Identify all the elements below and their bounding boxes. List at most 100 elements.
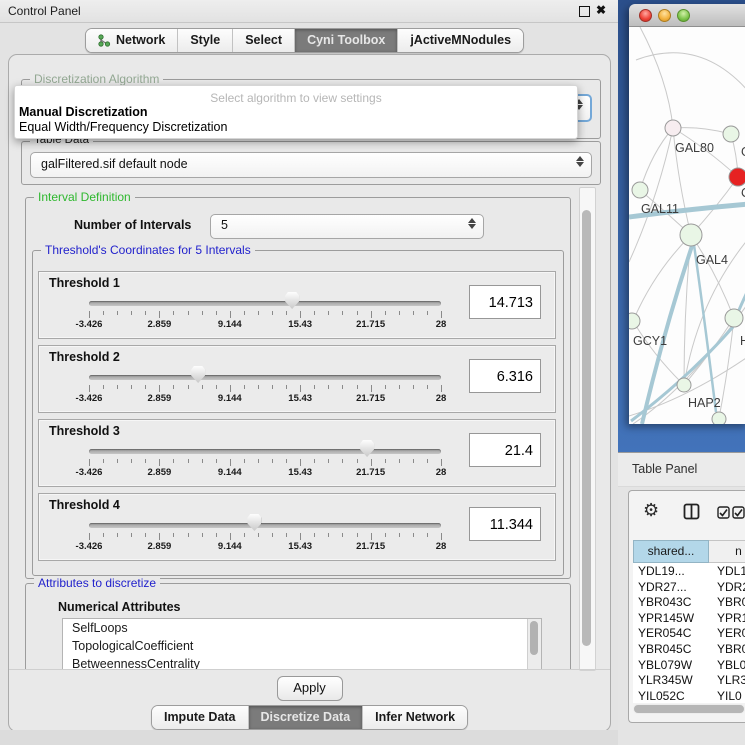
network-node[interactable]	[680, 224, 702, 246]
slider-tick	[399, 385, 400, 389]
tab-infer-network[interactable]: Infer Network	[362, 706, 467, 729]
slider-thumb[interactable]	[360, 440, 374, 457]
threshold-value-box[interactable]: 6.316	[469, 359, 541, 393]
dropdown-item-equal-width-frequency[interactable]: Equal Width/Frequency Discretization	[19, 120, 227, 134]
slider-scale-label: 21.715	[356, 319, 385, 330]
network-node[interactable]	[723, 126, 739, 142]
slider-tick	[272, 533, 273, 537]
network-window-titlebar[interactable]	[629, 4, 745, 27]
table-row[interactable]: YIL052C YIL0	[633, 688, 745, 703]
slider-tick	[371, 533, 372, 540]
tab-jactivemnodules[interactable]: jActiveMNodules	[397, 29, 523, 52]
network-node[interactable]	[632, 182, 648, 198]
network-node[interactable]	[712, 412, 726, 424]
attributes-list-scrollbar[interactable]	[527, 619, 541, 669]
table-data-combo[interactable]: galFiltered.sif default node	[30, 152, 592, 178]
interval-definition-label: Interval Definition	[34, 190, 135, 204]
table-horizontal-scrollbar[interactable]	[633, 704, 745, 714]
cell-name: YDR2	[717, 580, 745, 594]
dropdown-item-manual-discretization[interactable]: Manual Discretization	[19, 105, 148, 119]
slider-tick	[173, 533, 174, 537]
table-row[interactable]: YBL079W YBL0	[633, 657, 745, 673]
slider-tick	[131, 459, 132, 463]
slider-thumb[interactable]	[191, 366, 205, 383]
slider-zone	[89, 514, 441, 534]
column-header-name[interactable]: n	[709, 540, 745, 563]
screen: Control Panel ✖ Network Style Select	[0, 0, 745, 745]
slider-tick	[258, 459, 259, 463]
tab-style[interactable]: Style	[177, 29, 232, 52]
slider-tick	[159, 311, 160, 318]
column-header-shared-name[interactable]: shared...	[633, 540, 709, 563]
attribute-list-item[interactable]: BetweennessCentrality	[63, 655, 541, 669]
network-node[interactable]	[725, 309, 743, 327]
tab-network[interactable]: Network	[86, 29, 177, 52]
threshold-value-box[interactable]: 21.4	[469, 433, 541, 467]
slider-tick	[159, 385, 160, 392]
interval-definition-group: Interval Definition Number of Intervals …	[25, 197, 571, 579]
cell-shared-name: YDR27...	[638, 580, 687, 594]
zoom-traffic-light-icon[interactable]	[677, 9, 690, 22]
attribute-list-item[interactable]: TopologicalCoefficient	[63, 637, 541, 655]
network-window[interactable]: GAL80GACGAL11GAL4GCY1HHAP2	[629, 4, 745, 424]
network-node[interactable]	[729, 168, 745, 186]
bottom-margin	[0, 730, 618, 745]
slider-tick	[230, 311, 231, 318]
number-of-intervals-combo[interactable]: 5	[210, 214, 484, 239]
settings-scrollbar[interactable]	[579, 187, 596, 671]
attribute-list-item[interactable]: SelfLoops	[63, 619, 541, 637]
checkbox-checked-icon[interactable]	[732, 506, 745, 519]
slider-tick	[117, 311, 118, 315]
slider-tick	[89, 311, 90, 318]
threshold-value-box[interactable]: 14.713	[469, 285, 541, 319]
table-row[interactable]: YBR043C YBR0	[633, 594, 745, 610]
tab-impute-data[interactable]: Impute Data	[152, 706, 248, 729]
table-row[interactable]: YLR345W YLR3	[633, 672, 745, 688]
slider-tick	[89, 459, 90, 466]
network-node-label: GCY1	[633, 334, 667, 348]
table-row[interactable]: YBR045C YBR0	[633, 641, 745, 657]
slider-tick	[173, 459, 174, 463]
slider-tick	[145, 385, 146, 389]
slider-tick	[441, 311, 442, 318]
gear-icon[interactable]: ⚙	[643, 501, 659, 519]
slider-tick	[145, 311, 146, 315]
table-row[interactable]: YPR145W YPR1	[633, 610, 745, 626]
network-node[interactable]	[665, 120, 681, 136]
slider-tick	[399, 459, 400, 463]
close-traffic-light-icon[interactable]	[639, 9, 652, 22]
table-row[interactable]: YDR27... YDR2	[633, 579, 745, 595]
close-icon[interactable]: ✖	[596, 3, 606, 17]
column-layout-icon[interactable]	[683, 503, 700, 520]
tab-discretize-data[interactable]: Discretize Data	[248, 706, 363, 729]
checkbox-checked-icon[interactable]	[717, 506, 730, 519]
slider-tick	[188, 385, 189, 389]
cell-shared-name: YLR345W	[638, 673, 693, 687]
slider-thumb[interactable]	[285, 292, 299, 309]
apply-button[interactable]: Apply	[277, 676, 343, 701]
top-tab-bar: Network Style Select Cyni Toolbox jActiv…	[85, 28, 524, 53]
threshold-label: Threshold 1	[49, 276, 120, 290]
tab-select[interactable]: Select	[232, 29, 294, 52]
slider-tick	[357, 311, 358, 315]
network-canvas[interactable]: GAL80GACGAL11GAL4GCY1HHAP2	[629, 27, 745, 424]
table-panel-title: Table Panel	[632, 462, 697, 476]
thresholds-group: Threshold's Coordinates for 5 Intervals …	[32, 250, 564, 576]
float-window-icon[interactable]	[579, 6, 590, 17]
control-panel-title: Control Panel	[8, 4, 81, 18]
tab-cyni-toolbox[interactable]: Cyni Toolbox	[294, 29, 397, 52]
table-row[interactable]: YDL19... YDL1	[633, 563, 745, 579]
table-row[interactable]: YER054C YER0	[633, 625, 745, 641]
slider-tick	[216, 385, 217, 389]
slider-scale-label: 2.859	[148, 393, 172, 404]
slider-tick	[300, 385, 301, 392]
threshold-value-box[interactable]: 11.344	[469, 507, 541, 541]
slider-thumb[interactable]	[247, 514, 261, 531]
minimize-traffic-light-icon[interactable]	[658, 9, 671, 22]
network-node[interactable]	[677, 378, 691, 392]
network-node[interactable]	[629, 313, 640, 329]
slider-tick	[202, 385, 203, 389]
slider-tick	[286, 533, 287, 537]
network-icon	[98, 34, 111, 47]
slider-tick	[371, 385, 372, 392]
